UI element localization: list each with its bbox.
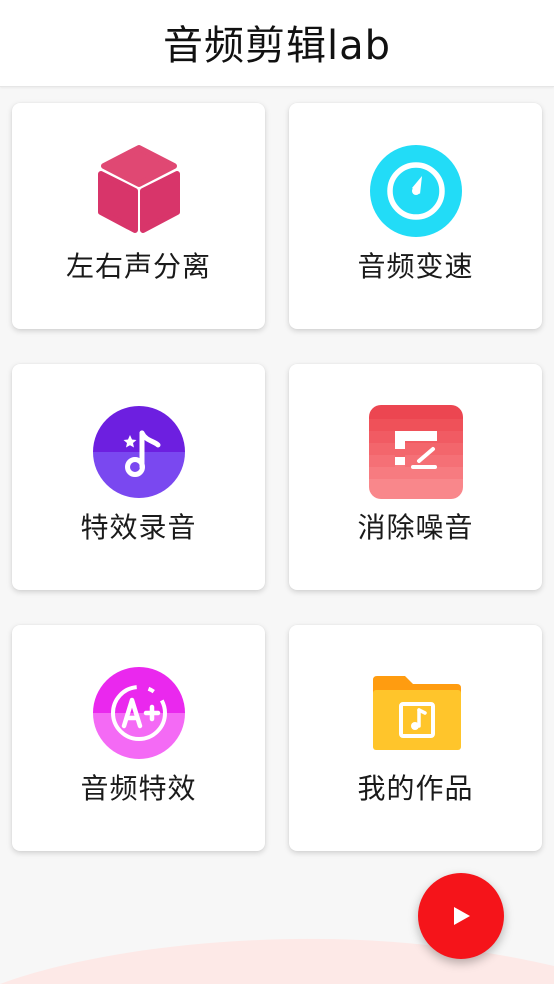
a-plus-badge-icon — [92, 667, 185, 759]
card-channel-split[interactable]: 左右声分离 — [12, 103, 265, 329]
card-label: 左右声分离 — [65, 250, 211, 283]
card-label: 我的作品 — [357, 772, 474, 805]
card-my-works[interactable]: 我的作品 — [289, 625, 542, 851]
card-label: 音频特效 — [80, 772, 197, 805]
card-noise-removal[interactable]: 消除噪音 — [289, 364, 542, 590]
music-folder-icon — [372, 676, 461, 750]
cube-icon — [97, 145, 180, 233]
equalizer-edit-icon — [368, 405, 463, 499]
card-audio-effects[interactable]: 音频特效 — [12, 625, 265, 851]
app-header: 音频剪辑lab — [0, 0, 554, 87]
card-effect-recording[interactable]: 特效录音 — [12, 364, 265, 590]
music-note-icon — [92, 406, 185, 498]
play-icon — [454, 907, 470, 925]
card-speed-change[interactable]: 音频变速 — [289, 103, 542, 329]
play-button[interactable] — [418, 873, 504, 959]
card-label: 消除噪音 — [357, 511, 474, 544]
speedometer-icon — [369, 145, 462, 237]
card-label: 特效录音 — [80, 511, 197, 544]
card-label: 音频变速 — [357, 250, 474, 283]
app-title: 音频剪辑lab — [162, 23, 391, 69]
